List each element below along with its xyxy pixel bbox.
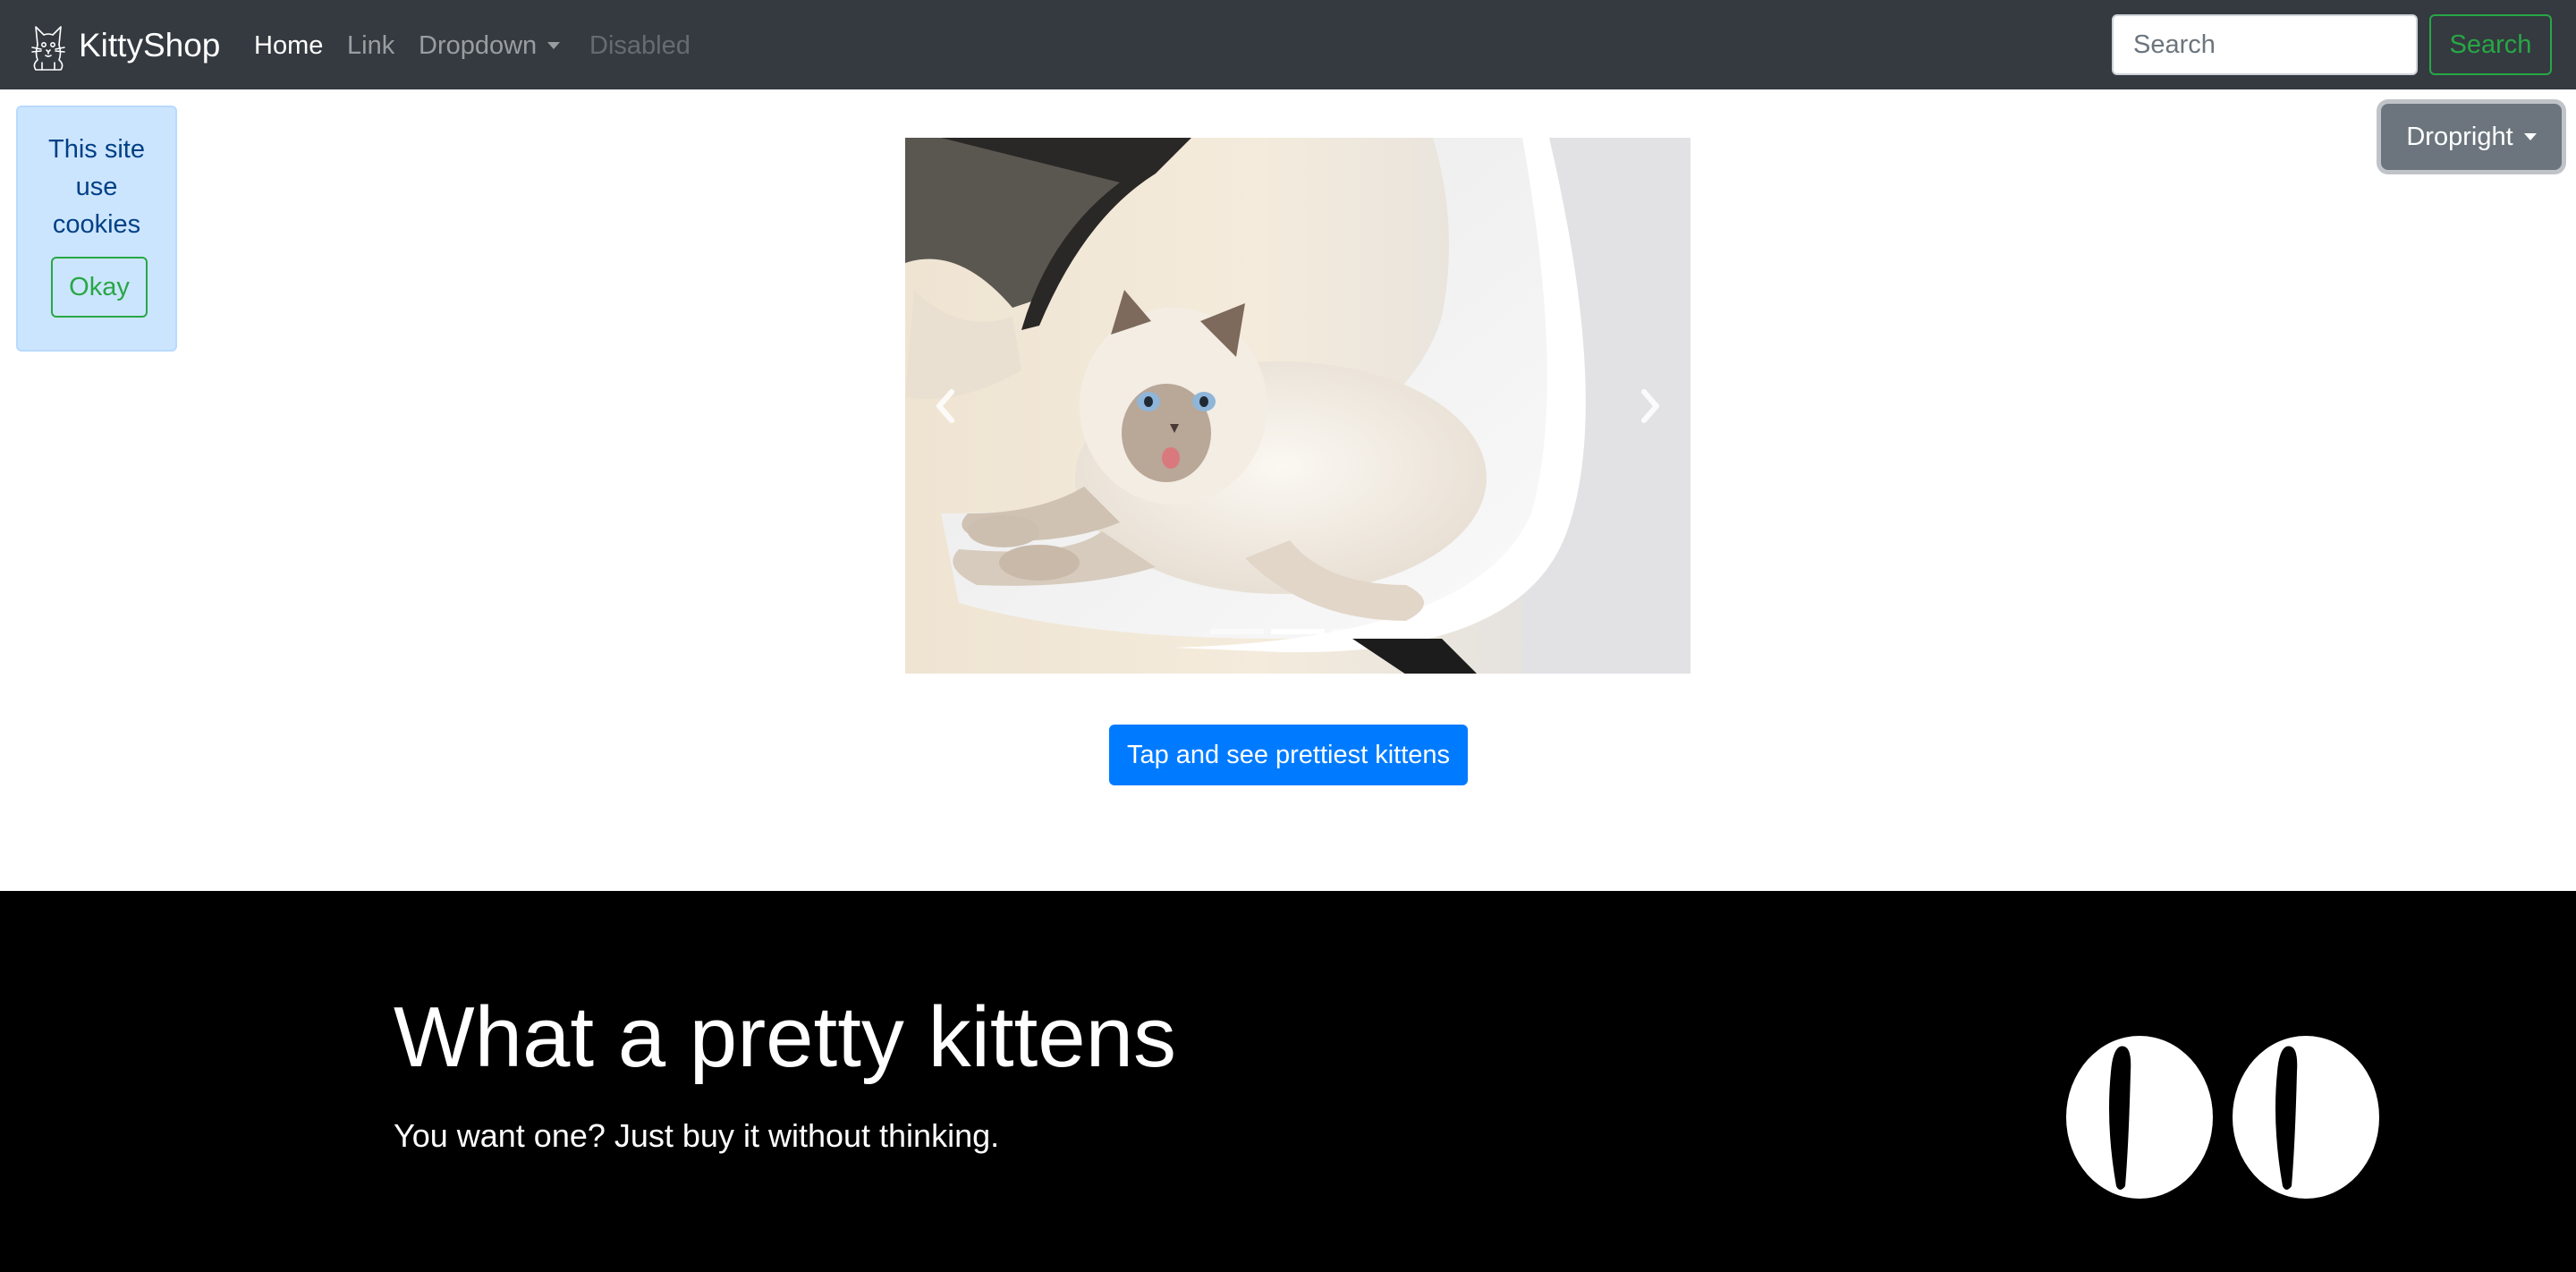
carousel-indicator[interactable] — [1271, 629, 1325, 634]
see-kittens-button[interactable]: Tap and see prettiest kittens — [1109, 725, 1468, 785]
chevron-right-icon — [1641, 388, 1659, 423]
nav-dropdown[interactable]: Dropdown — [419, 27, 561, 64]
brand-link[interactable]: KittyShop — [27, 18, 220, 72]
cookie-text: This site use cookies — [48, 135, 145, 239]
cookie-notice: This site use cookies Okay — [16, 106, 177, 352]
carousel-indicators — [905, 629, 1690, 634]
carousel-next[interactable] — [1610, 138, 1690, 674]
okay-button[interactable]: Okay — [51, 257, 148, 318]
kitten-photo — [905, 138, 1690, 674]
nav-home[interactable]: Home — [254, 27, 323, 64]
nav-link[interactable]: Link — [347, 27, 394, 64]
carousel-indicator[interactable] — [1332, 629, 1385, 634]
caret-down-icon — [2523, 132, 2537, 140]
kitten-carousel — [905, 138, 1690, 674]
nav-disabled: Disabled — [589, 31, 691, 60]
carousel-prev[interactable] — [905, 138, 986, 674]
caret-down-icon — [547, 42, 561, 49]
hero-section: What a pretty kittens You want one? Just… — [0, 891, 2576, 1272]
hero-subtitle: You want one? Just buy it without thinki… — [394, 1117, 1000, 1154]
search-input[interactable] — [2112, 14, 2418, 75]
hero-title: What a pretty kittens — [394, 989, 1177, 1085]
cat-eyes-icon — [2066, 1036, 2379, 1199]
brand-name: KittyShop — [79, 26, 221, 64]
search-button[interactable]: Search — [2429, 14, 2552, 75]
dropright-label: Dropright — [2406, 122, 2513, 151]
cat-logo-icon — [31, 26, 65, 71]
navbar: KittyShop Home Link Dropdown Disabled Se… — [0, 0, 2576, 89]
chevron-left-icon — [936, 388, 954, 423]
dropright-button[interactable]: Dropright — [2381, 104, 2562, 170]
carousel-indicator[interactable] — [1210, 629, 1264, 634]
nav-dropdown-label: Dropdown — [419, 31, 538, 60]
